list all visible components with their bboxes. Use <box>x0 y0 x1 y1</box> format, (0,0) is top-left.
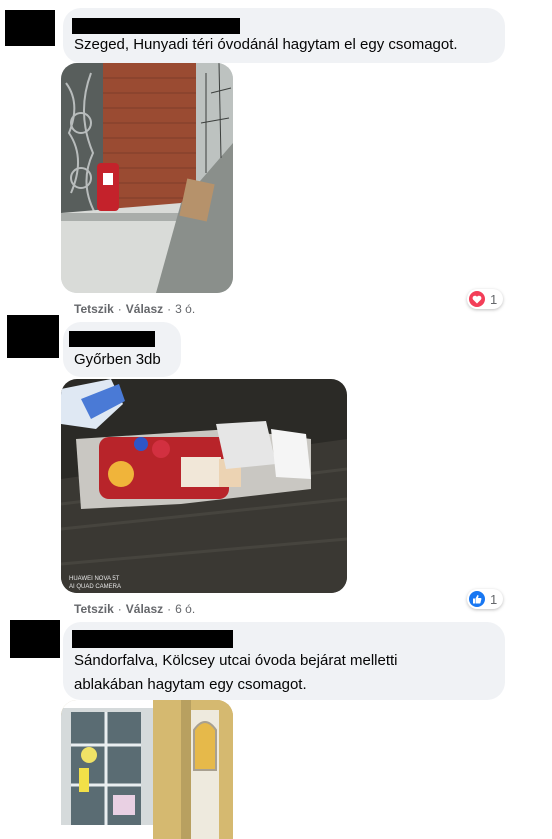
redacted-author-name[interactable] <box>72 18 240 34</box>
reaction-summary[interactable]: 1 <box>467 589 504 609</box>
heart-icon <box>469 291 485 307</box>
reaction-count: 1 <box>490 291 498 307</box>
avatar[interactable] <box>7 315 59 358</box>
separator: · <box>167 602 172 616</box>
separator: · <box>117 302 122 316</box>
separator: · <box>117 602 122 616</box>
comment-photo[interactable] <box>61 63 233 293</box>
timestamp[interactable]: 6 ó. <box>175 602 195 616</box>
like-link[interactable]: Tetszik <box>74 602 114 616</box>
comment-photo[interactable]: HUAWEI NOVA 5T AI QUAD CAMERA <box>61 379 347 593</box>
comment-text: Szeged, Hunyadi téri óvodánál hagytam el… <box>74 36 458 53</box>
comment-bubble: Győrben 3db <box>63 322 181 377</box>
reaction-count: 1 <box>490 591 498 607</box>
comment-actions: Tetszik · Válasz · 6 ó. <box>74 602 195 616</box>
redacted-author-name[interactable] <box>72 630 233 648</box>
separator: · <box>167 302 172 316</box>
comment-bubble: Sándorfalva, Kölcsey utcai óvoda bejárat… <box>63 622 505 700</box>
comment-text: Győrben 3db <box>74 351 161 368</box>
timestamp[interactable]: 3 ó. <box>175 302 195 316</box>
avatar[interactable] <box>5 10 55 46</box>
like-link[interactable]: Tetszik <box>74 302 114 316</box>
watermark-line: AI QUAD CAMERA <box>69 584 121 590</box>
reaction-summary[interactable]: 1 <box>467 289 504 309</box>
comment-actions: Tetszik · Válasz · 3 ó. <box>74 302 195 316</box>
like-icon <box>469 591 485 607</box>
watermark-line: HUAWEI NOVA 5T <box>69 576 120 582</box>
avatar[interactable] <box>10 620 60 658</box>
redacted-author-name[interactable] <box>69 331 155 347</box>
reply-link[interactable]: Válasz <box>126 602 163 616</box>
comment-photo[interactable] <box>61 700 233 839</box>
comment-text: Sándorfalva, Kölcsey utcai óvoda bejárat… <box>74 652 398 693</box>
comment-bubble: Szeged, Hunyadi téri óvodánál hagytam el… <box>63 8 505 63</box>
reply-link[interactable]: Válasz <box>126 302 163 316</box>
